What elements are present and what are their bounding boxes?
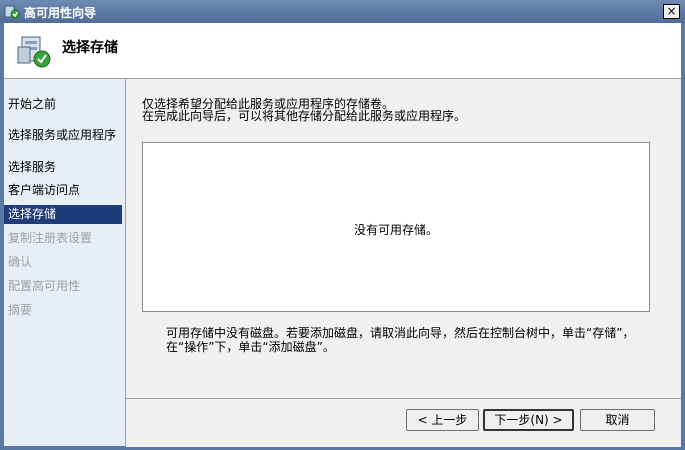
sidebar-item-select-service[interactable]: 选择服务: [4, 158, 122, 177]
next-button[interactable]: 下一步(N) >: [483, 409, 574, 431]
info-note: 可用存储中没有磁盘。若要添加磁盘，请取消此向导，然后在控制台树中，单击“存储”，…: [166, 326, 635, 354]
main-content: 仅选择希望分配给此服务或应用程序的存储卷。 在完成此向导后，可以将其他存储分配给…: [126, 79, 681, 399]
storage-list[interactable]: 没有可用存储。: [142, 142, 650, 312]
empty-storage-message: 没有可用存储。: [353, 223, 438, 237]
sidebar-item-confirmation: 确认: [8, 255, 33, 269]
sidebar-item-before-you-begin[interactable]: 开始之前: [4, 95, 122, 114]
previous-button[interactable]: < 上一步: [406, 409, 479, 431]
intro-text-line2: 在完成此向导后，可以将其他存储分配给此服务或应用程序。: [142, 109, 467, 123]
close-button[interactable]: ×: [663, 4, 680, 19]
wizard-app-icon: [4, 5, 20, 19]
wizard-window: 高可用性向导 × 选择存储 开始之前 选择服务或应用程序 选择服务 客户端访问点…: [0, 0, 685, 450]
sidebar-item-configure-ha: 配置高可用性: [8, 279, 81, 293]
sidebar-item-replicate-registry: 复制注册表设置: [8, 231, 93, 245]
sidebar-item-select-storage[interactable]: 选择存储: [4, 205, 122, 224]
sidebar-item-client-access-point[interactable]: 客户端访问点: [4, 181, 122, 200]
page-title: 选择存储: [62, 40, 118, 56]
sidebar-item-summary: 摘要: [8, 303, 33, 317]
sidebar-item-select-service-or-app[interactable]: 选择服务或应用程序: [4, 126, 122, 145]
window-frame-right: [681, 23, 685, 450]
page-header: 选择存储: [4, 23, 681, 79]
storage-server-icon: [17, 36, 51, 68]
window-title: 高可用性向导: [24, 6, 97, 20]
button-bar: < 上一步 下一步(N) > 取消: [126, 398, 681, 447]
close-icon: ×: [666, 4, 677, 18]
cancel-button[interactable]: 取消: [580, 409, 655, 431]
title-bar[interactable]: 高可用性向导 ×: [0, 0, 685, 24]
wizard-steps-sidebar: 开始之前 选择服务或应用程序 选择服务 客户端访问点 选择存储 复制注册表设置 …: [4, 79, 126, 446]
